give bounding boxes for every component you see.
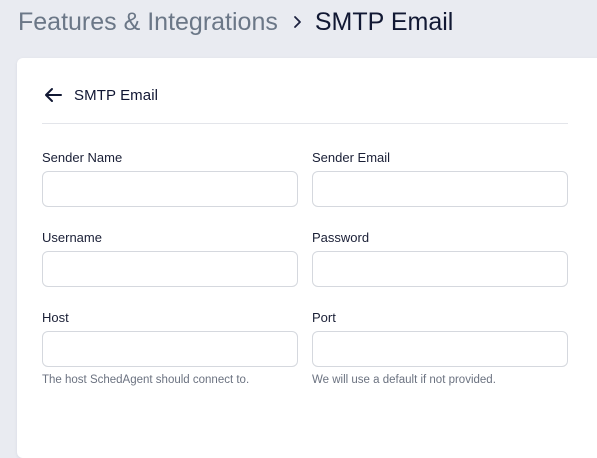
host-help-text: The host SchedAgent should connect to. (42, 374, 250, 386)
sender-name-input[interactable] (42, 171, 298, 207)
page-title: SMTP Email (314, 7, 454, 36)
host-field: Host The host SchedAgent should connect … (42, 310, 298, 386)
port-label: Port (312, 310, 336, 325)
breadcrumb-parent-link[interactable]: Features & Integrations (18, 8, 278, 37)
back-button[interactable] (42, 84, 64, 106)
password-input[interactable] (312, 251, 568, 287)
smtp-settings-card: SMTP Email Sender Name Sender Email User… (17, 58, 597, 458)
sender-name-field: Sender Name (42, 150, 298, 207)
username-input[interactable] (42, 251, 298, 287)
card-title: SMTP Email (74, 86, 159, 104)
card-header: SMTP Email (42, 84, 158, 106)
sender-email-label: Sender Email (312, 150, 391, 165)
header-divider (42, 123, 568, 124)
port-field: Port We will use a default if not provid… (312, 310, 568, 386)
arrow-left-icon (45, 88, 62, 102)
host-input[interactable] (42, 331, 298, 367)
username-label: Username (42, 230, 102, 245)
sender-name-label: Sender Name (42, 150, 123, 165)
sender-email-field: Sender Email (312, 150, 568, 207)
port-help-text: We will use a default if not provided. (312, 374, 496, 386)
password-field: Password (312, 230, 568, 287)
host-label: Host (42, 310, 69, 325)
chevron-right-icon (293, 15, 302, 29)
password-label: Password (312, 230, 370, 245)
port-input[interactable] (312, 331, 568, 367)
username-field: Username (42, 230, 298, 287)
breadcrumb: Features & Integrations SMTP Email (18, 6, 453, 38)
sender-email-input[interactable] (312, 171, 568, 207)
